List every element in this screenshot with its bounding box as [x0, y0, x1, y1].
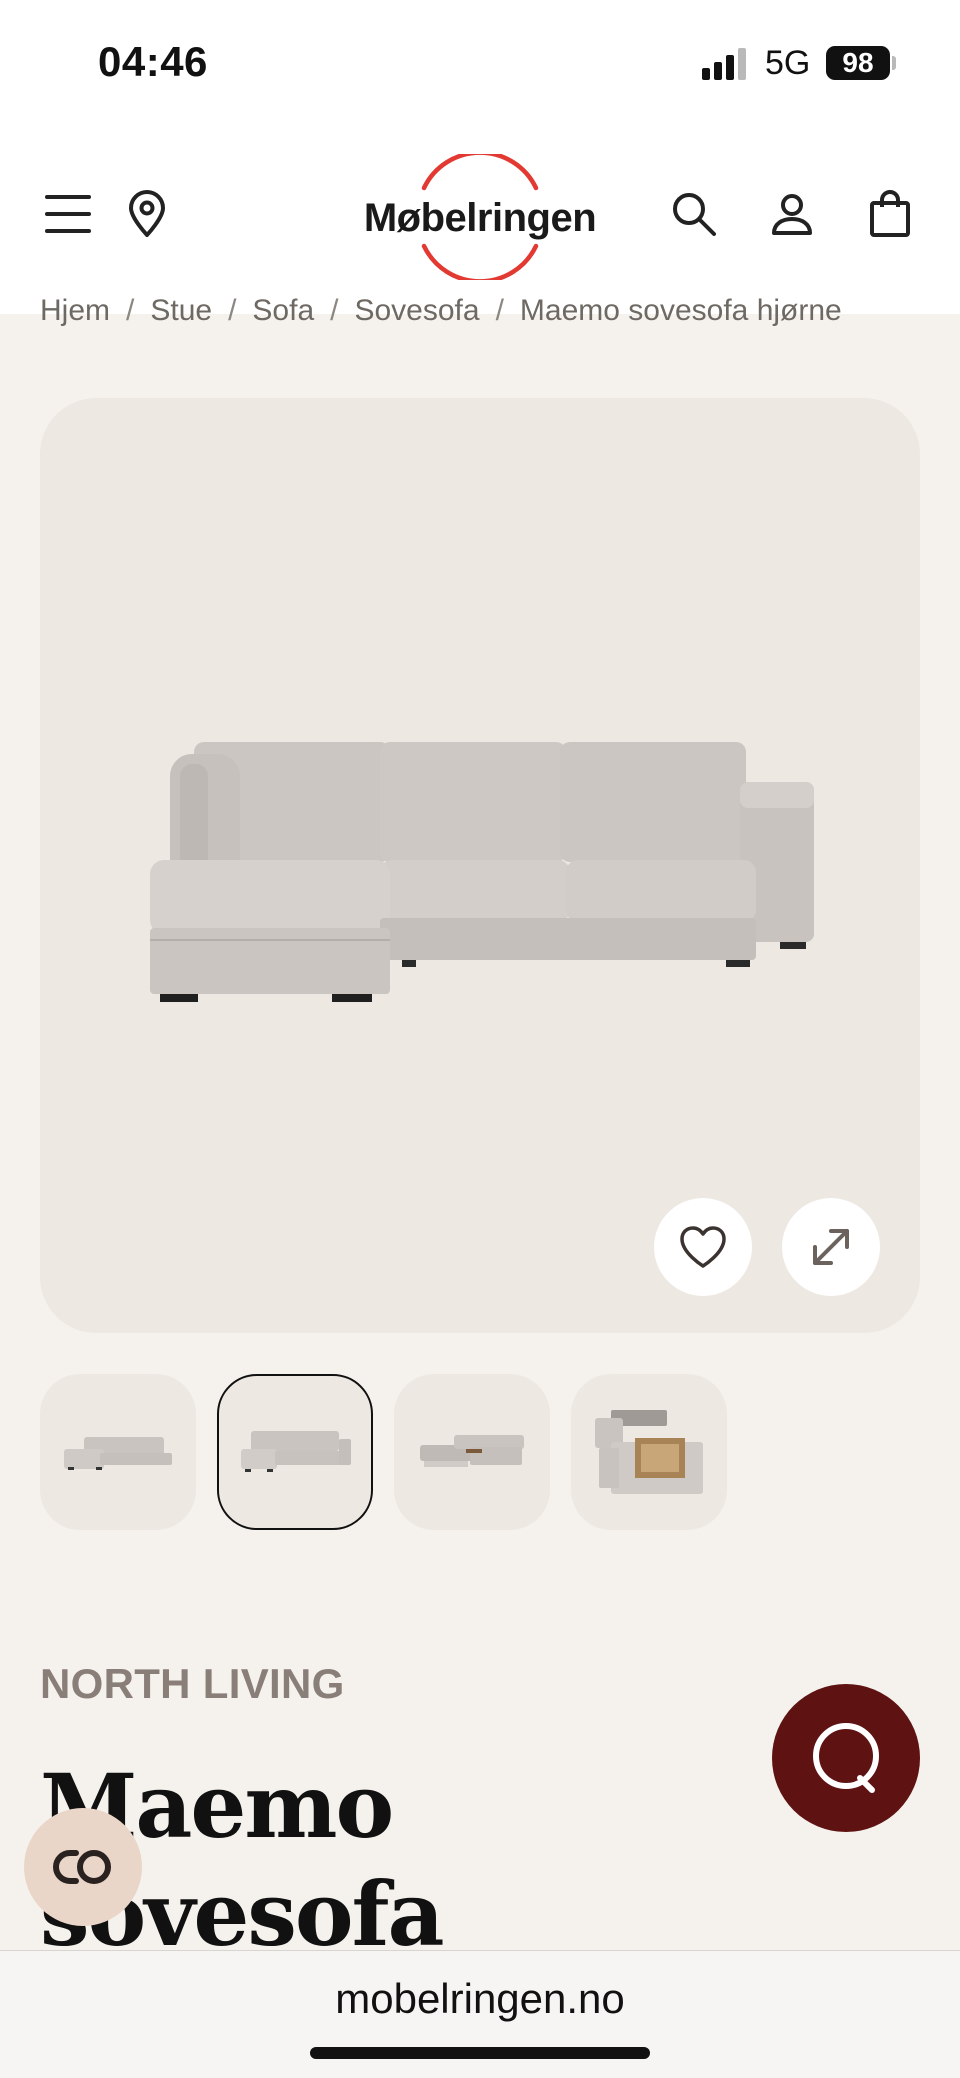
compare-icon [53, 1850, 111, 1884]
breadcrumb-sovesofa[interactable]: Sovesofa [354, 294, 479, 328]
cell-signal-icon [702, 48, 750, 80]
home-indicator[interactable] [310, 2047, 650, 2059]
thumbnail-1[interactable] [40, 1374, 196, 1530]
thumbnail-sofa-front [241, 1431, 351, 1472]
breadcrumb-current: Maemo sovesofa hjørne [519, 294, 842, 327]
breadcrumb-home[interactable]: Hjem [40, 294, 110, 328]
account-button[interactable] [760, 182, 824, 246]
product-brand[interactable]: NORTH LIVING [40, 1660, 345, 1708]
chat-icon [813, 1723, 879, 1793]
store-locator-button[interactable] [115, 182, 179, 246]
thumbnail-4[interactable] [571, 1374, 727, 1530]
expand-icon [813, 1229, 849, 1265]
cart-button[interactable] [858, 182, 922, 246]
battery-tip [892, 56, 896, 70]
menu-button[interactable] [36, 182, 100, 246]
breadcrumb-sofa[interactable]: Sofa [252, 294, 314, 328]
thumbnail-sofa-angle [64, 1437, 172, 1470]
search-icon [673, 193, 716, 236]
heart-icon [680, 1226, 726, 1268]
breadcrumb: Hjem / Stue / Sofa / Sovesofa / Maemo sovesofa h… [40, 294, 940, 330]
breadcrumb-separator: / [126, 294, 135, 327]
site-logo[interactable]: Møbelringen [348, 154, 612, 280]
fullscreen-button[interactable] [782, 1198, 880, 1296]
logo-text: Møbelringen [363, 196, 597, 240]
thumbnail-3[interactable] [394, 1374, 550, 1530]
battery-level: 98 [826, 46, 890, 80]
compare-button[interactable] [24, 1808, 142, 1926]
breadcrumb-separator: / [228, 294, 237, 327]
status-bar: 04:46 5G 98 [0, 0, 960, 120]
thumbnail-sofa-bed [420, 1435, 524, 1467]
status-time: 04:46 [98, 38, 208, 85]
breadcrumb-stue[interactable]: Stue [150, 294, 212, 328]
location-pin-icon [129, 190, 165, 237]
site-header: Møbelringen [0, 120, 960, 314]
chat-button[interactable] [772, 1684, 920, 1832]
user-icon [772, 194, 812, 235]
search-button[interactable] [662, 182, 726, 246]
address-bar-url[interactable]: mobelringen.no [0, 1975, 960, 2023]
network-type: 5G [765, 44, 811, 82]
menu-icon [45, 195, 91, 233]
thumbnail-2[interactable] [217, 1374, 373, 1530]
shopping-bag-icon [870, 190, 910, 237]
breadcrumb-separator: / [330, 294, 339, 327]
wishlist-button[interactable] [654, 1198, 752, 1296]
sofa-image [150, 742, 814, 1002]
browser-bottom-bar: mobelringen.no [0, 1950, 960, 2078]
thumbnail-sofa-storage [595, 1410, 703, 1494]
breadcrumb-separator: / [495, 294, 504, 327]
product-main-image[interactable] [40, 398, 920, 1333]
